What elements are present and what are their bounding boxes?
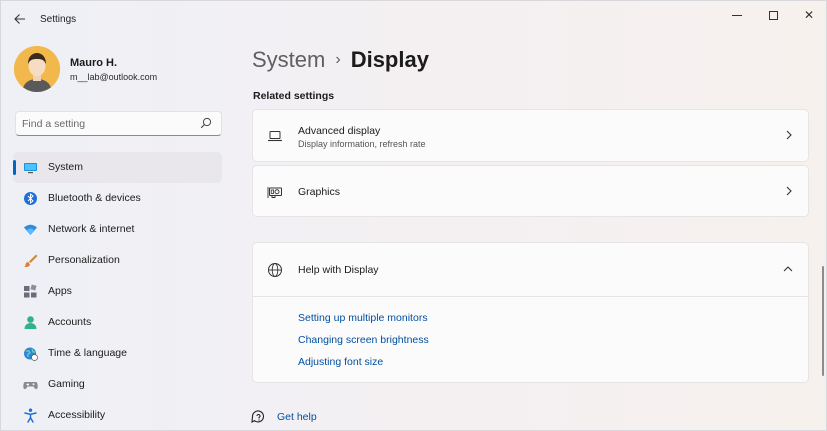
back-arrow-icon (14, 14, 25, 24)
help-title: Help with Display (298, 264, 379, 276)
graphics-row[interactable]: Graphics (253, 166, 808, 218)
help-link-screen-brightness[interactable]: Changing screen brightness (298, 334, 429, 346)
help-link-font-size[interactable]: Adjusting font size (298, 356, 383, 368)
apps-icon (24, 284, 37, 298)
graphics-card[interactable]: Graphics (252, 165, 809, 217)
sidebar-item-label: Time & language (48, 347, 127, 359)
search-icon[interactable] (200, 117, 212, 129)
help-with-display-header[interactable]: Help with Display (253, 243, 808, 295)
advanced-display-row[interactable]: Advanced display Display information, re… (253, 110, 808, 162)
monitor-icon (24, 163, 37, 174)
advanced-display-subtitle: Display information, refresh rate (298, 139, 426, 149)
search-box[interactable] (15, 111, 222, 136)
app-title: Settings (40, 14, 77, 25)
globe-icon (268, 263, 282, 277)
sidebar-item-label: Gaming (48, 378, 85, 390)
close-button[interactable]: ✕ (794, 6, 824, 24)
breadcrumb: System › Display (252, 47, 429, 73)
breadcrumb-parent[interactable]: System (252, 47, 325, 72)
brush-icon (24, 254, 38, 267)
sidebar-item-label: Bluetooth & devices (48, 192, 141, 204)
page-title: Display (350, 47, 429, 72)
sidebar-item-gaming[interactable]: Gaming (13, 369, 222, 400)
sidebar-item-personalization[interactable]: Personalization (13, 245, 222, 276)
help-link-multiple-monitors[interactable]: Setting up multiple monitors (298, 312, 428, 324)
sidebar-item-label: System (48, 161, 84, 173)
sidebar-item-label: Accessibility (48, 409, 106, 421)
advanced-display-card[interactable]: Advanced display Display information, re… (252, 109, 809, 162)
selection-indicator (13, 160, 16, 175)
sidebar-nav: System Bluetooth & devices Network & int… (13, 152, 222, 431)
divider (253, 296, 808, 297)
sidebar-item-label: Personalization (48, 254, 120, 266)
graphics-card-icon (267, 187, 282, 198)
sidebar-item-apps[interactable]: Apps (13, 276, 222, 307)
maximize-button[interactable] (758, 6, 788, 24)
graphics-title: Graphics (298, 186, 341, 198)
sidebar-item-system[interactable]: System (13, 152, 222, 183)
related-settings-heading: Related settings (253, 90, 335, 102)
sidebar-item-label: Accounts (48, 316, 92, 328)
sidebar-item-accessibility[interactable]: Accessibility (13, 400, 222, 431)
help-with-display-card: Help with Display Setting up multiple mo… (252, 242, 809, 383)
chevron-right-icon (786, 130, 792, 140)
get-help-label: Get help (277, 411, 317, 423)
gamepad-icon (23, 382, 38, 390)
profile-name: Mauro H. (70, 57, 118, 69)
laptop-icon (268, 131, 282, 142)
sidebar-item-label: Apps (48, 285, 72, 297)
maximize-icon (768, 11, 778, 21)
sidebar-item-time-language[interactable]: Time & language (13, 338, 222, 369)
avatar[interactable] (14, 46, 60, 92)
chevron-up-icon[interactable] (782, 264, 794, 274)
sidebar-item-network[interactable]: Network & internet (13, 214, 222, 245)
minimize-icon (732, 15, 742, 17)
breadcrumb-separator: › (335, 51, 341, 68)
sidebar-item-bluetooth[interactable]: Bluetooth & devices (13, 183, 222, 214)
settings-window: Settings ✕ Mauro H. m__lab@outlook.com S… (0, 0, 827, 431)
bluetooth-icon (24, 192, 37, 205)
wifi-icon (24, 224, 37, 235)
title-bar: Settings ✕ (1, 1, 826, 37)
help-chat-icon (251, 410, 265, 423)
accounts-icon (24, 316, 37, 329)
sidebar-item-label: Network & internet (48, 223, 135, 235)
chevron-right-icon (786, 186, 792, 196)
back-button[interactable] (11, 11, 29, 29)
globe-clock-icon (24, 347, 38, 361)
close-icon: ✕ (803, 8, 815, 22)
accessibility-icon (24, 408, 37, 423)
search-input[interactable] (22, 117, 192, 131)
advanced-display-title: Advanced display (298, 125, 381, 137)
minimize-button[interactable] (722, 6, 752, 24)
profile-email: m__lab@outlook.com (70, 72, 158, 82)
person-avatar-icon (14, 46, 60, 92)
sidebar-item-accounts[interactable]: Accounts (13, 307, 222, 338)
scrollbar[interactable] (822, 266, 824, 376)
